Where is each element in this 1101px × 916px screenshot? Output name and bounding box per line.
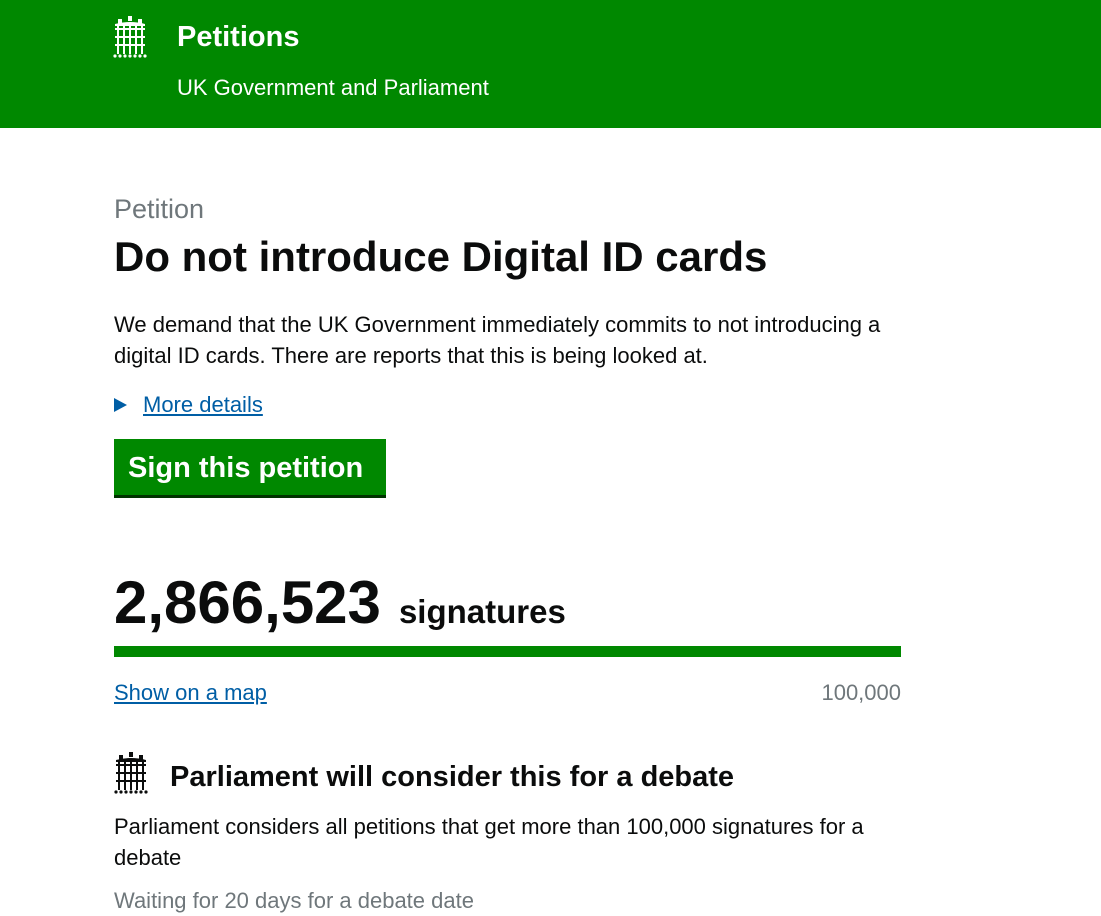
site-subtitle: UK Government and Parliament — [177, 75, 489, 100]
page-title: Do not introduce Digital ID cards — [114, 233, 768, 280]
more-details-toggle[interactable]: More details — [114, 390, 263, 420]
petition-summary: We demand that the UK Government immedia… — [114, 312, 881, 368]
debate-description: Parliament considers all petitions that … — [114, 814, 864, 870]
triangle-right-icon — [114, 398, 127, 412]
debate-heading: Parliament will consider this for a deba… — [170, 761, 735, 793]
debate-status: Waiting for 20 days for a debate date — [114, 888, 474, 913]
signature-count-number: 2,866,523 — [114, 569, 381, 636]
signature-count-label: signatures — [398, 593, 566, 630]
signature-progress-fill — [114, 646, 901, 657]
signature-progress-bar — [114, 646, 901, 657]
site-header: Petitions UK Government and Parliament — [0, 0, 1101, 128]
more-details-link[interactable]: More details — [143, 390, 263, 420]
show-on-map-link[interactable]: Show on a map — [114, 678, 267, 708]
signature-threshold: 100,000 — [821, 680, 901, 705]
portcullis-icon — [113, 16, 147, 58]
site-title-link[interactable]: Petitions — [177, 19, 299, 55]
portcullis-icon — [114, 752, 148, 794]
sign-petition-button[interactable]: Sign this petition — [114, 439, 386, 498]
signature-count: 2,866,523 signatures — [114, 568, 566, 638]
petition-kicker: Petition — [114, 194, 205, 224]
